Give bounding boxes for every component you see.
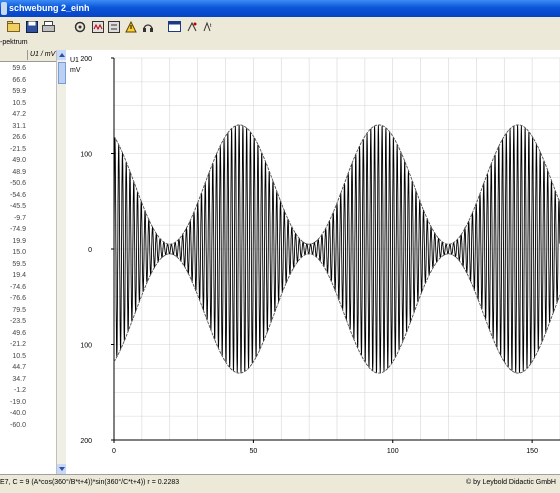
y-tick-label: 200 [80,56,92,63]
status-bar: E7, C = 9 (A*cos(360°/B*t+4))*sin(360°/C… [0,474,560,493]
value-table[interactable]: U1 / mV 59.6 66.6 59.9 10.5 47.2 31.1 26.6 -21.… [0,50,57,474]
table-row[interactable]: -76.6 [0,293,27,305]
headphones-icon[interactable] [140,19,155,34]
svg-text:t: t [210,23,212,29]
table-row[interactable]: 48.9 [0,167,27,179]
table-row[interactable]: -1.2 [0,385,27,397]
calculator-icon[interactable] [106,19,121,34]
x-tick-label: 100 [387,448,399,455]
table-row[interactable]: 19.4 [0,270,27,282]
table-row[interactable]: 59.6 [0,63,27,75]
status-copyright: © by Leybold Didactic GmbH [466,479,556,486]
table-row[interactable]: -19.0 [0,397,27,409]
table-row[interactable]: 26.6 [0,132,27,144]
table-row[interactable]: 15.0 [0,247,27,259]
table-row[interactable]: -21.5 [0,144,27,156]
table-row[interactable]: 47.2 [0,109,27,121]
x-tick-label: 0 [112,448,116,455]
window-title: schwebung 2_einh [9,3,90,13]
table-row[interactable]: 34.7 [0,374,27,386]
table-row[interactable]: -74.6 [0,282,27,294]
status-formula: E7, C = 9 (A*cos(360°/B*t+4))*sin(360°/C… [0,479,180,486]
arrow-t-icon[interactable]: t [200,19,215,34]
y-tick-label: 200 [80,438,92,445]
table-row[interactable]: -9.7 [0,213,27,225]
table-row[interactable]: 10.5 [0,98,27,110]
table-row[interactable]: 31.1 [0,121,27,133]
table-row[interactable]: 59.5 [0,259,27,271]
tab-bar: -pektrum [0,38,560,50]
scroll-thumb[interactable] [58,62,66,84]
title-bar[interactable]: schwebung 2_einh [0,0,560,17]
table-row[interactable]: -74.9 [0,224,27,236]
settings-icon[interactable] [72,19,87,34]
x-tick-label: 150 [526,448,538,455]
app-icon[interactable] [1,2,7,15]
table-row[interactable]: -23.5 [0,316,27,328]
beat-signal-chart[interactable]: 2001000100200U1mV0 50 100 150 [66,50,560,474]
window-icon[interactable] [167,19,182,34]
print-icon[interactable] [41,19,56,34]
y-axis-unit: mV [70,67,81,74]
y-tick-label: 0 [88,247,92,254]
x-tick-label: 50 [249,448,257,455]
open-icon[interactable] [6,19,21,34]
table-row[interactable]: 10.5 [0,351,27,363]
warning-icon[interactable] [123,19,138,34]
table-row[interactable]: 44.7 [0,362,27,374]
table-row[interactable]: -50.6 [0,178,27,190]
table-row[interactable]: 59.9 [0,86,27,98]
chart-area[interactable]: 200 100 0 100 200 U1 mV 0 50 100 150 [66,50,560,474]
row-number-header [0,50,28,60]
table-rows: 59.6 66.6 59.9 10.5 47.2 31.1 26.6 -21.5 49.0 48.… [0,63,27,432]
table-row[interactable]: -21.2 [0,339,27,351]
table-row[interactable]: 66.6 [0,75,27,87]
table-row[interactable]: -54.6 [0,190,27,202]
column-header-u1[interactable]: U1 / mV [30,51,55,58]
measure-icon[interactable] [90,19,105,34]
save-icon[interactable] [24,19,39,34]
table-row[interactable]: 49.0 [0,155,27,167]
table-row[interactable]: 49.6 [0,328,27,340]
y-tick-label: 100 [80,152,92,159]
y-tick-label: 100 [80,343,92,350]
arrow-icon[interactable] [184,19,199,34]
table-row[interactable]: -60.0 [0,420,27,432]
tab-spectrum[interactable]: -pektrum [0,39,28,46]
table-row[interactable]: 79.5 [0,305,27,317]
toolbar: t [0,17,560,39]
y-axis-symbol: U1 [70,57,79,64]
table-row[interactable]: 19.9 [0,236,27,248]
table-row[interactable]: -40.0 [0,408,27,420]
table-row[interactable]: -45.5 [0,201,27,213]
table-header[interactable]: U1 / mV [0,50,56,62]
